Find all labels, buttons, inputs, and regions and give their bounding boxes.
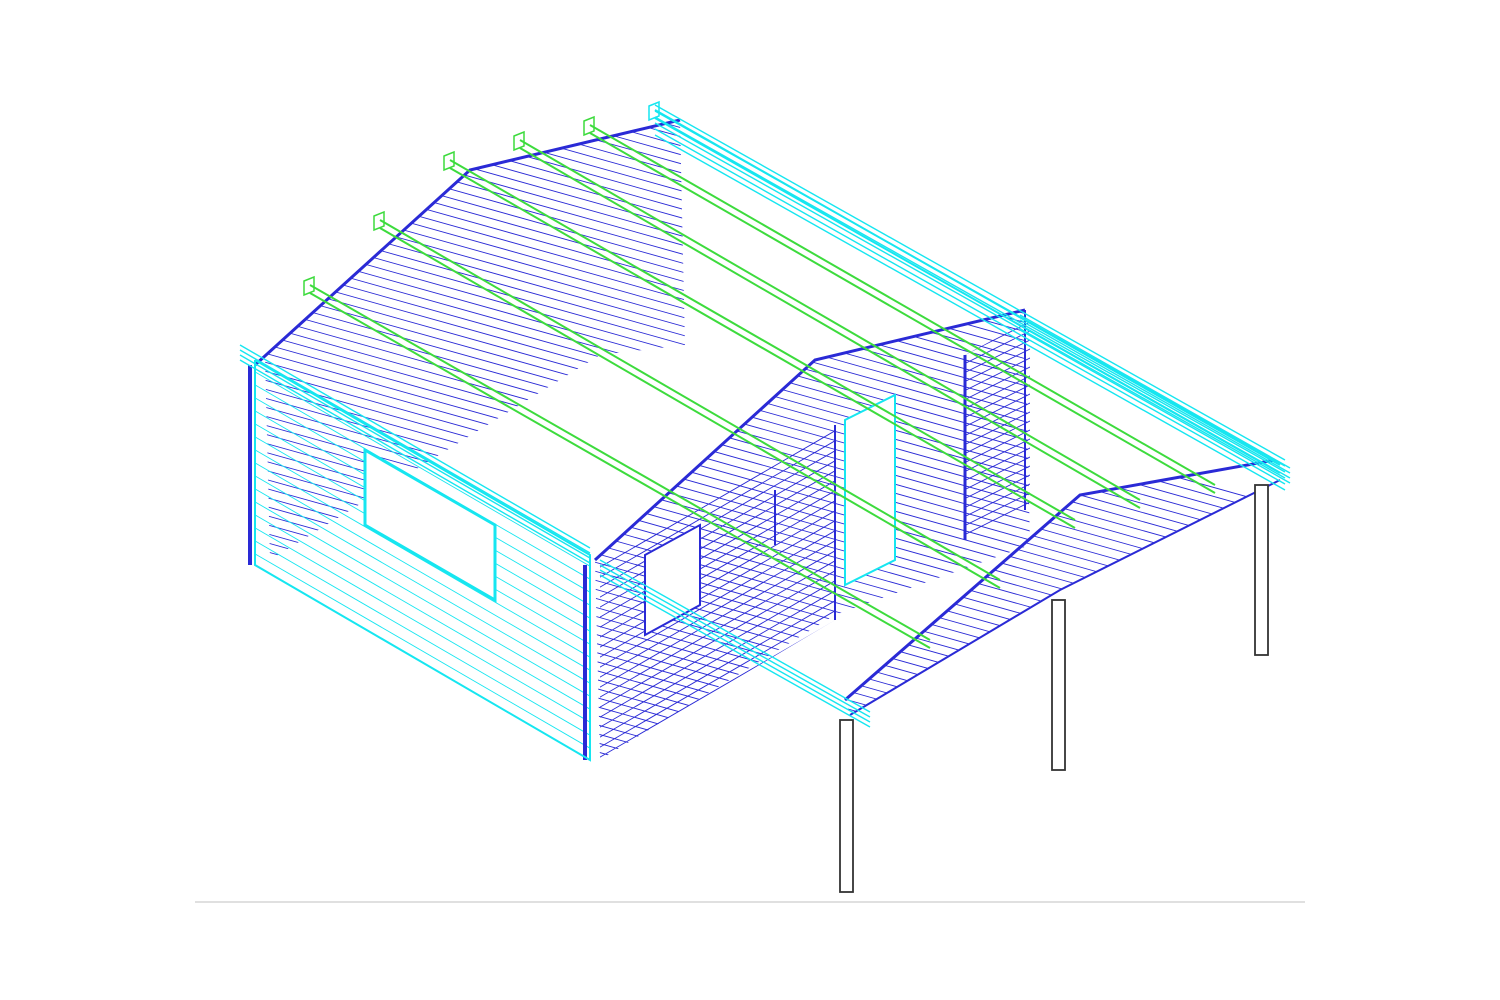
log-line [255, 706, 590, 760]
log-edge [654, 122, 1286, 479]
log-edge [599, 564, 871, 718]
log-line [265, 120, 685, 206]
log-line [595, 404, 1030, 538]
log-line [265, 120, 685, 242]
log-line [595, 737, 1030, 760]
carport-post-2 [1051, 599, 1066, 771]
cabin-carport-drawing [0, 0, 1500, 1000]
log-line [255, 719, 590, 760]
log-line [255, 628, 590, 760]
log-line [265, 285, 685, 413]
log-line [255, 602, 590, 760]
log-line [255, 693, 590, 760]
log-line [265, 348, 685, 476]
log-line [255, 615, 590, 760]
door-opening [844, 393, 896, 587]
purlin-5 [583, 115, 1216, 494]
log-line [265, 120, 685, 134]
log-line [265, 330, 685, 458]
log-line [265, 240, 685, 368]
log-line [265, 231, 685, 359]
log-line [595, 710, 1030, 760]
log-line [255, 667, 590, 760]
log-line [580, 792, 1050, 924]
log-line [595, 755, 1030, 760]
purlin-edge-top [449, 159, 1076, 521]
carport-post-3 [1254, 484, 1269, 656]
log-line [595, 377, 1030, 511]
log-line [595, 719, 1030, 760]
log-line [595, 683, 1030, 760]
log-line [255, 654, 590, 760]
log-line [595, 638, 1030, 760]
carport-posts [839, 484, 1269, 893]
log-line [255, 641, 590, 760]
log-line [830, 758, 1290, 887]
log-line [265, 120, 685, 125]
log-line [595, 746, 1030, 760]
log-line [265, 159, 685, 287]
purlin-edge-top [654, 109, 1281, 466]
log-line [265, 213, 685, 341]
log-edge [1019, 314, 1291, 469]
left-gable-roof-edge [253, 118, 681, 367]
log-line [255, 576, 590, 760]
log-line [265, 321, 685, 449]
log-line [250, 0, 700, 115]
log-edge [654, 134, 1286, 491]
purlin-edge-top [519, 139, 1141, 501]
log-edge [654, 128, 1286, 485]
log-line [580, 765, 1050, 897]
log-line [595, 728, 1030, 760]
log-line [595, 656, 1030, 760]
purlin-edge-top [589, 124, 1216, 486]
log-line [580, 783, 1050, 915]
log-line [265, 177, 685, 305]
log-line [265, 120, 685, 197]
side-window-opening [644, 523, 701, 637]
log-line [265, 120, 685, 143]
log-edge [599, 574, 871, 728]
log-line [265, 312, 685, 440]
log-line [255, 563, 590, 760]
log-line [265, 294, 685, 422]
log-line [595, 692, 1030, 760]
log-edge [654, 104, 1286, 461]
log-line [255, 745, 590, 760]
log-line [265, 402, 685, 530]
log-line [580, 774, 1050, 906]
isometric-drawing [195, 0, 1305, 988]
log-line [250, 785, 600, 988]
log-line [595, 431, 1030, 565]
log-line [250, 0, 700, 106]
log-edge [1019, 329, 1291, 484]
log-line [265, 249, 685, 377]
log-line [595, 674, 1030, 760]
left-gable-logs [250, 0, 700, 560]
log-line [265, 132, 685, 260]
log-line [265, 123, 685, 251]
log-line [255, 537, 590, 742]
purlin-edge-bottom [589, 132, 1216, 494]
log-line [255, 758, 590, 760]
log-line [265, 393, 685, 521]
log-line [265, 120, 685, 161]
log-line [265, 204, 685, 332]
log-line [255, 680, 590, 760]
log-line [255, 589, 590, 760]
log-line [265, 120, 685, 215]
log-line [595, 332, 1030, 466]
log-line [255, 550, 590, 755]
log-line [250, 772, 600, 975]
log-line [265, 120, 685, 179]
log-line [265, 222, 685, 350]
log-line [595, 701, 1030, 760]
log-line [255, 732, 590, 760]
log-line [265, 120, 685, 224]
log-line [265, 195, 685, 323]
structure-outlines [239, 104, 1291, 762]
carport-post-1 [839, 719, 854, 893]
log-line [265, 276, 685, 404]
log-line [265, 366, 685, 494]
